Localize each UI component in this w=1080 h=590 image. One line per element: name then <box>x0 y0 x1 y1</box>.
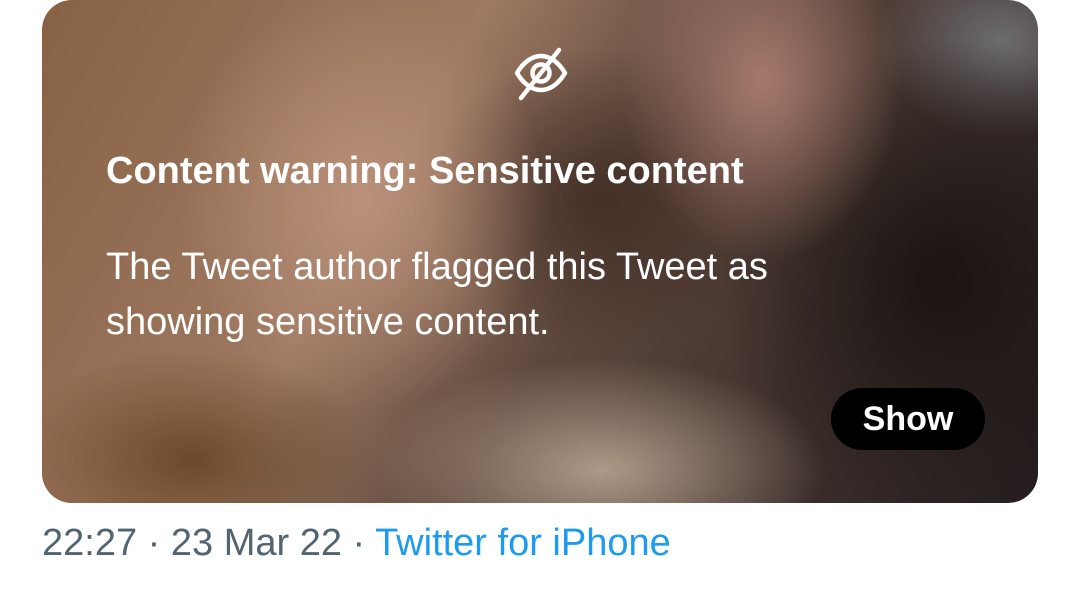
tweet-time[interactable]: 22:27 <box>42 522 137 564</box>
tweet-date[interactable]: 23 Mar 22 <box>171 522 342 564</box>
eye-slash-icon <box>514 47 568 101</box>
sensitive-media-card[interactable]: Content warning: Sensitive content The T… <box>42 0 1038 503</box>
content-warning-title: Content warning: Sensitive content <box>106 150 744 192</box>
tweet-source-link[interactable]: Twitter for iPhone <box>375 522 671 564</box>
content-warning-description: The Tweet author flagged this Tweet as s… <box>106 246 768 343</box>
separator-dot: · <box>137 522 171 564</box>
show-sensitive-content-button[interactable]: Show <box>831 388 985 450</box>
separator-dot: · <box>341 522 376 564</box>
tweet-metadata: 22:27 · 23 Mar 22 · Twitter for iPhone <box>42 522 671 565</box>
